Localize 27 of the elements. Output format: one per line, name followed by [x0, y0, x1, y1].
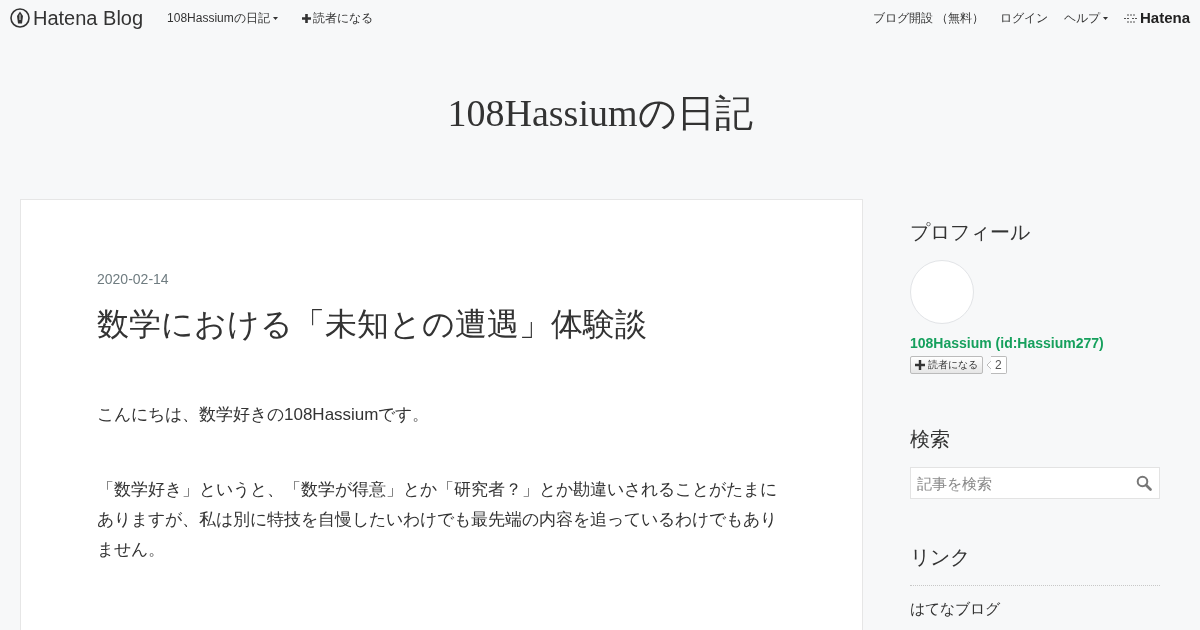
nav-dropdown[interactable]: 108Hassiumの日記	[167, 10, 278, 26]
caret-icon	[1102, 16, 1108, 20]
subscribe-button[interactable]: 読者になる	[910, 356, 983, 374]
subscribe-link[interactable]: 読者になる	[301, 10, 373, 26]
caret-icon	[272, 16, 278, 20]
sidebar-heading: プロフィール	[910, 220, 1031, 245]
count-notch-icon	[987, 361, 991, 369]
hatena-logo[interactable]: Hatena	[1123, 9, 1190, 27]
dashes-icon	[1123, 13, 1138, 23]
hatena-blog-logo[interactable]: Hatena Blog	[10, 7, 144, 29]
subscriber-count: 2	[991, 356, 1007, 374]
sidebar-link[interactable]: はてなブログ	[910, 600, 1000, 617]
nav-link[interactable]: ブログ開設 （無料）	[872, 10, 984, 26]
search-field[interactable]: 記事を検索	[910, 467, 1160, 499]
plus-icon	[915, 360, 925, 370]
article-date[interactable]: 2020-02-14	[97, 270, 782, 288]
sidebar-heading: リンク	[910, 545, 971, 570]
blog-title[interactable]: 108Hassiumの日記	[447, 92, 753, 134]
search-icon[interactable]	[1136, 475, 1152, 491]
pen-nib-icon	[10, 8, 30, 28]
article-title[interactable]: 数学における「未知との遭遇」体験談	[97, 304, 782, 344]
plus-icon	[301, 13, 311, 23]
nav-dropdown[interactable]: ヘルプ	[1063, 10, 1108, 26]
article-paragraph: こんにちは、数学好きの108Hassiumです。	[97, 404, 431, 426]
article-paragraph: 「数学好き」というと、「数学が得意」とか「研究者？」とか勘違いされることがたまにありますが、私は別に特技を自慢したいわけでも最先端の内容を追っているわけでもありません。	[97, 479, 778, 561]
sidebar-heading: 検索	[910, 427, 951, 452]
nav-link[interactable]: ログイン	[999, 10, 1048, 26]
